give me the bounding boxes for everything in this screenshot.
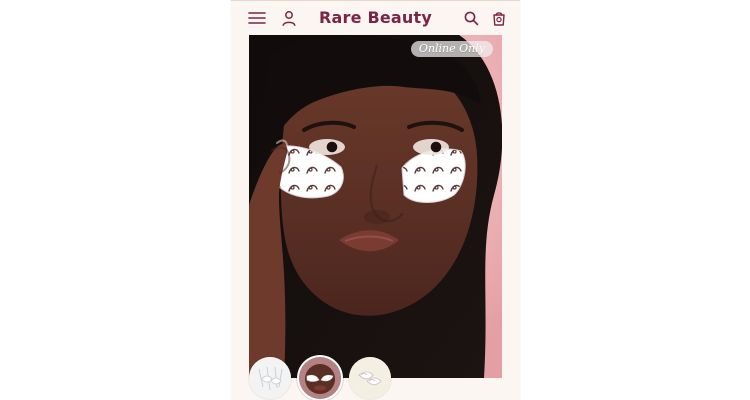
product-hero-image[interactable]: Online Only [249,35,502,378]
eye-patches-closeup-thumbnail-icon [349,357,391,399]
menu-button[interactable] [246,7,268,29]
thumbnail-eye-patches-closeup[interactable] [349,357,391,399]
bag-button[interactable] [488,7,510,29]
thumbnail-model-eye-patches[interactable] [299,357,341,399]
hamburger-menu-icon [248,12,266,24]
product-diagram-thumbnail-icon [249,357,291,399]
product-page: Rare Beauty Online Only [231,0,520,400]
shopping-bag-icon [493,12,505,26]
search-button[interactable] [460,7,482,29]
thumbnail-product-diagram[interactable] [249,357,291,399]
top-navigation-bar: Rare Beauty [231,0,520,35]
online-only-badge: Online Only [410,41,493,57]
search-icon [464,11,479,26]
model-with-eye-patches-image [249,35,502,378]
model-thumbnail-icon [299,357,341,399]
user-icon [282,11,296,26]
account-button[interactable] [278,7,300,29]
image-thumbnails [249,357,509,400]
